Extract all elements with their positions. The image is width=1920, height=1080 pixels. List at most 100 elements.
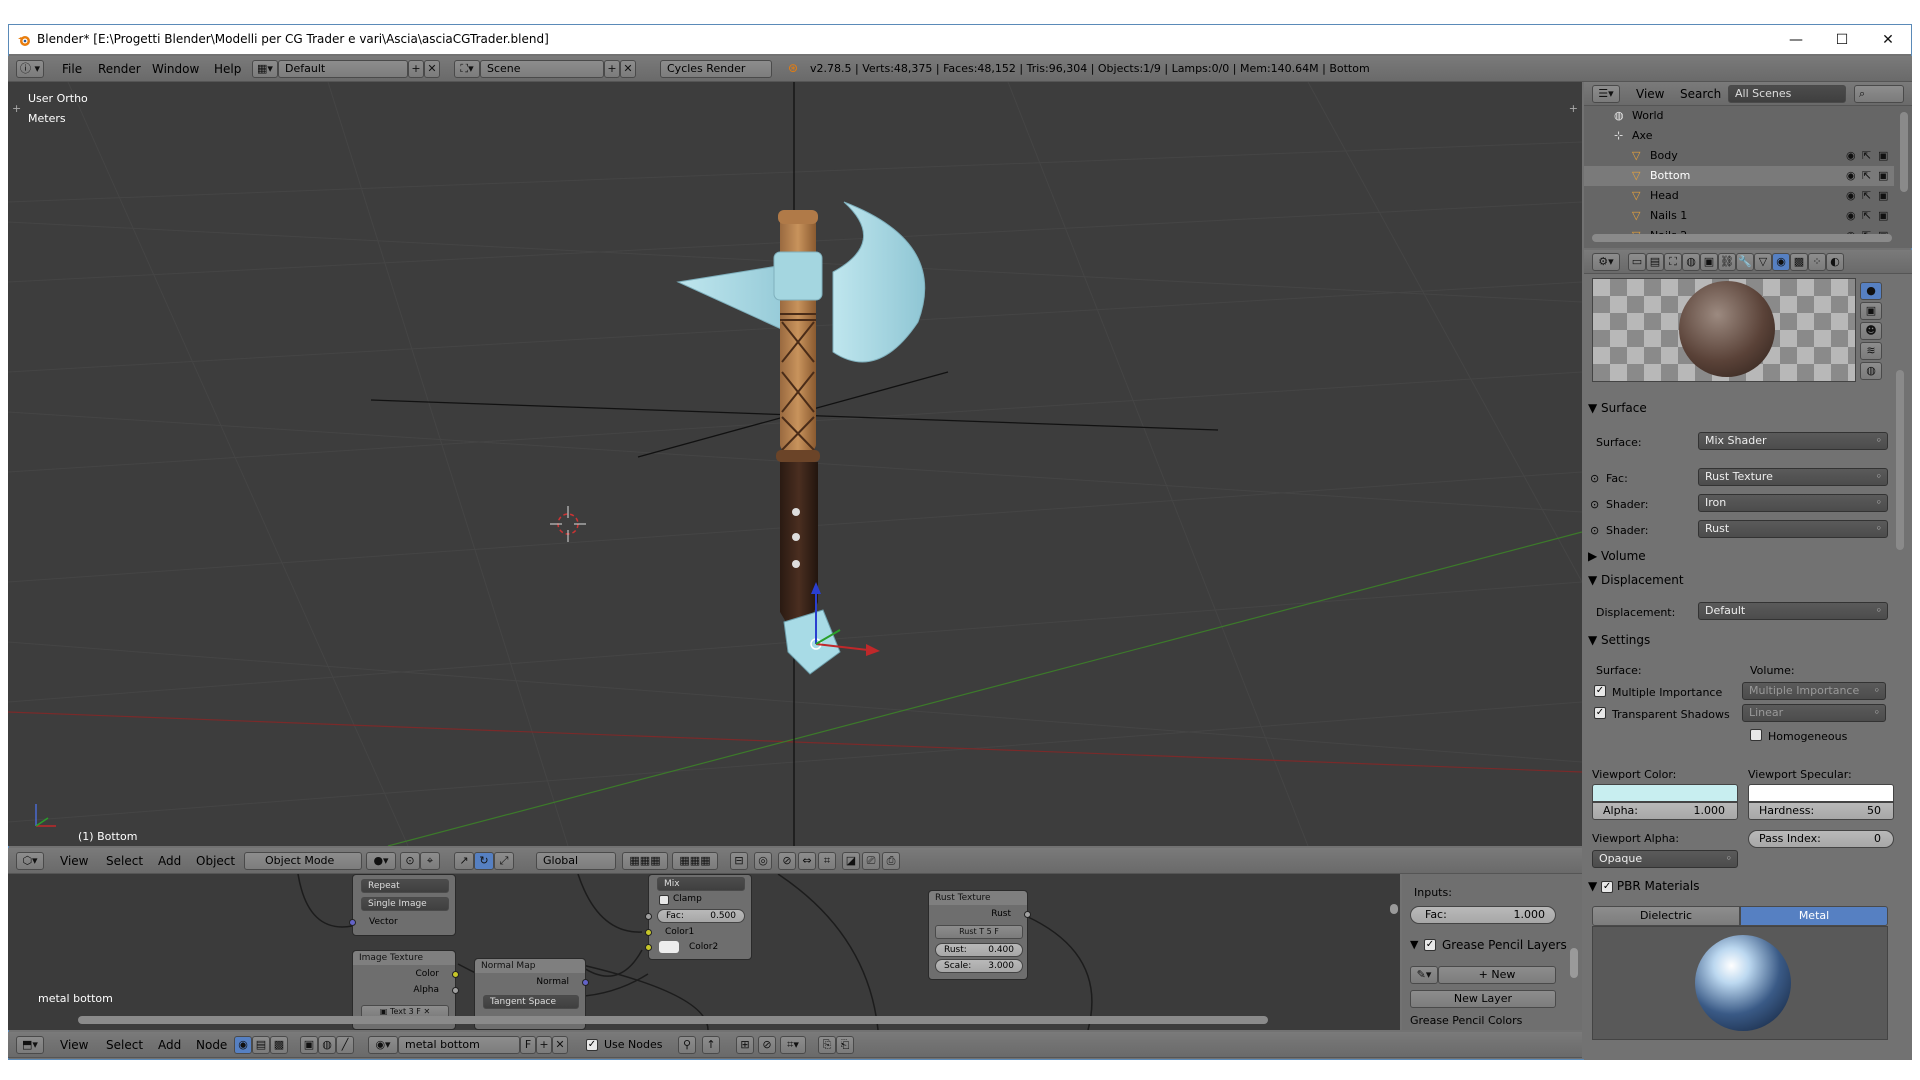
shader2-select[interactable]: Rust <box>1698 520 1888 538</box>
fac-link-icon[interactable]: ⊙ <box>1590 472 1599 485</box>
outliner-row[interactable]: ▽ Nails 1 ◉ ⇱ ▣ <box>1584 206 1894 226</box>
node-menu-node[interactable]: Node <box>196 1032 227 1058</box>
preview-monkey-icon[interactable]: ☻ <box>1860 322 1882 340</box>
material-add-icon[interactable]: + <box>536 1036 552 1054</box>
3d-viewport[interactable]: User Ortho Meters (1) Bottom + + <box>8 82 1582 846</box>
view3d-menu-add[interactable]: Add <box>158 848 181 874</box>
mix-node[interactable]: Mix Clamp Fac: 0.500 Color1 Color2 <box>645 874 752 960</box>
data-tab-icon[interactable]: ▽ <box>1754 253 1772 271</box>
scene-field[interactable]: Scene <box>480 60 604 78</box>
snap-mode-icon[interactable]: ⌗▾ <box>780 1036 806 1054</box>
maximize-button[interactable]: ☐ <box>1819 25 1865 55</box>
node-menu-select[interactable]: Select <box>106 1032 143 1058</box>
grease-pencil-collapse-icon[interactable]: ▼ <box>1410 938 1418 951</box>
proportional-edit-icon[interactable]: ◎ <box>754 852 772 870</box>
viewport-color-swatch[interactable] <box>1592 784 1738 802</box>
layers-icon-1[interactable]: ▦▦▦ <box>622 852 668 870</box>
toolshelf-toggle-icon[interactable]: + <box>12 102 21 115</box>
rust-image-selector[interactable]: Rust T 5 F <box>935 925 1023 939</box>
scene-add-icon[interactable]: + <box>604 60 620 78</box>
layout-remove-icon[interactable]: ✕ <box>424 60 440 78</box>
world-tab-icon[interactable]: ◍ <box>1682 253 1700 271</box>
alpha-field[interactable]: Alpha: 1.000 <box>1592 802 1738 820</box>
render-engine-select[interactable]: Cycles Render <box>660 60 772 78</box>
metal-button[interactable]: Metal <box>1740 906 1888 926</box>
menu-file[interactable]: File <box>62 56 82 82</box>
layout-field[interactable]: Default <box>278 60 408 78</box>
volume-sampling-select[interactable]: Multiple Importance <box>1742 682 1886 700</box>
node-pin-icon[interactable]: ⚲ <box>678 1036 696 1054</box>
scene-remove-icon[interactable]: ✕ <box>620 60 636 78</box>
grease-pencil-layers-checkbox[interactable]: ✓ <box>1424 939 1436 951</box>
grease-pencil-new-button[interactable]: + New <box>1438 966 1556 984</box>
volume-interpolation-select[interactable]: Linear <box>1742 704 1886 722</box>
particles-tab-icon[interactable]: ⁘ <box>1808 253 1826 271</box>
eye-icon[interactable]: ◉ <box>1846 206 1856 226</box>
clamp-checkbox[interactable] <box>659 895 669 905</box>
mix-fac-field[interactable]: Fac: 0.500 <box>657 909 745 923</box>
object-shader-icon[interactable]: ▣ <box>300 1036 318 1054</box>
render-layers-tab-icon[interactable]: ▤ <box>1646 253 1664 271</box>
material-tab-icon[interactable]: ◉ <box>1772 253 1790 271</box>
properties-scrollbar[interactable] <box>1896 370 1904 550</box>
render-icon[interactable]: ▣ <box>1878 166 1888 186</box>
shader1-select[interactable]: Iron <box>1698 494 1888 512</box>
shader1-link-icon[interactable]: ⊙ <box>1590 498 1599 511</box>
grease-pencil-colors-label[interactable]: Grease Pencil Colors <box>1410 1014 1522 1027</box>
rust-output-socket[interactable] <box>1024 911 1031 918</box>
view3d-menu-object[interactable]: Object <box>196 848 235 874</box>
rust-amount-field[interactable]: Rust: 0.400 <box>935 943 1023 957</box>
material-name-field[interactable]: metal bottom <box>398 1036 520 1054</box>
mix-mode-select[interactable]: Mix <box>657 877 745 891</box>
mix-fac-socket[interactable] <box>645 913 652 920</box>
axe-model[interactable] <box>618 182 1018 762</box>
scene-icon[interactable]: ⛶▾ <box>454 60 480 78</box>
opengl-anim-icon[interactable]: ⎙ <box>882 852 900 870</box>
modifiers-tab-icon[interactable]: 🔧 <box>1736 253 1754 271</box>
sidebar-fac-field[interactable]: Fac: 1.000 <box>1410 906 1556 924</box>
preview-sphere-icon[interactable]: ● <box>1860 282 1882 300</box>
color1-socket[interactable] <box>645 929 652 936</box>
layout-add-icon[interactable]: + <box>408 60 424 78</box>
node-editor-hscrollbar[interactable] <box>78 1016 1268 1024</box>
texture-nodes-icon[interactable]: ▩ <box>270 1036 288 1054</box>
surface-panel-header[interactable]: ▼ Surface <box>1588 398 1904 418</box>
menu-render[interactable]: Render <box>98 56 141 82</box>
outliner-search-icon[interactable]: ⌕ <box>1854 85 1904 103</box>
render-tab-icon[interactable]: ▭ <box>1628 253 1646 271</box>
cursor-icon[interactable]: ⇱ <box>1862 166 1871 186</box>
image-texture-node-top[interactable]: Repeat Single Image Vector <box>349 874 456 936</box>
3d-cursor-icon[interactable] <box>548 504 588 544</box>
menu-help[interactable]: Help <box>214 56 241 82</box>
outliner-menu-view[interactable]: View <box>1636 82 1664 106</box>
fake-user-button[interactable]: F <box>520 1036 536 1054</box>
minimize-button[interactable]: — <box>1773 25 1819 55</box>
preview-hair-icon[interactable]: ≋ <box>1860 342 1882 360</box>
constraints-tab-icon[interactable]: ⛓ <box>1718 253 1736 271</box>
menu-window[interactable]: Window <box>152 56 199 82</box>
pbr-panel-header[interactable]: ▼ ✓ PBR Materials <box>1588 876 1904 896</box>
outliner-display-select[interactable]: All Scenes <box>1728 85 1846 103</box>
opengl-render-icon[interactable]: ⎚ <box>862 852 880 870</box>
outliner-row[interactable]: ▽ Body ◉ ⇱ ▣ <box>1584 146 1894 166</box>
settings-panel-header[interactable]: ▼ Settings <box>1588 630 1904 650</box>
transform-orientation-select[interactable]: Global <box>536 852 616 870</box>
cursor-icon[interactable]: ⇱ <box>1862 146 1871 166</box>
compositing-nodes-icon[interactable]: ▤ <box>252 1036 270 1054</box>
color2-swatch[interactable] <box>659 941 679 953</box>
layers-icon-2[interactable]: ▦▦▦ <box>672 852 718 870</box>
copy-nodes-icon[interactable]: ⎘ <box>818 1036 836 1054</box>
scene-tab-icon[interactable]: ⛶ <box>1664 253 1682 271</box>
outliner-row[interactable]: ◍ World <box>1584 106 1894 126</box>
physics-tab-icon[interactable]: ◐ <box>1826 253 1844 271</box>
close-button[interactable]: ✕ <box>1865 25 1911 55</box>
shader-nodes-icon[interactable]: ◉ <box>234 1036 252 1054</box>
node-editor-type-icon[interactable]: ⬒▾ <box>16 1036 44 1054</box>
transparent-shadows-checkbox[interactable]: ✓ <box>1594 707 1606 719</box>
pass-index-field[interactable]: Pass Index: 0 <box>1748 830 1894 848</box>
blend-mode-select[interactable]: Opaque <box>1592 850 1738 868</box>
outliner-vscrollbar[interactable] <box>1900 112 1908 192</box>
multiple-importance-checkbox[interactable]: ✓ <box>1594 685 1606 697</box>
preview-cube-icon[interactable]: ▣ <box>1860 302 1882 320</box>
volume-panel-header[interactable]: ▶ Volume <box>1588 546 1904 566</box>
